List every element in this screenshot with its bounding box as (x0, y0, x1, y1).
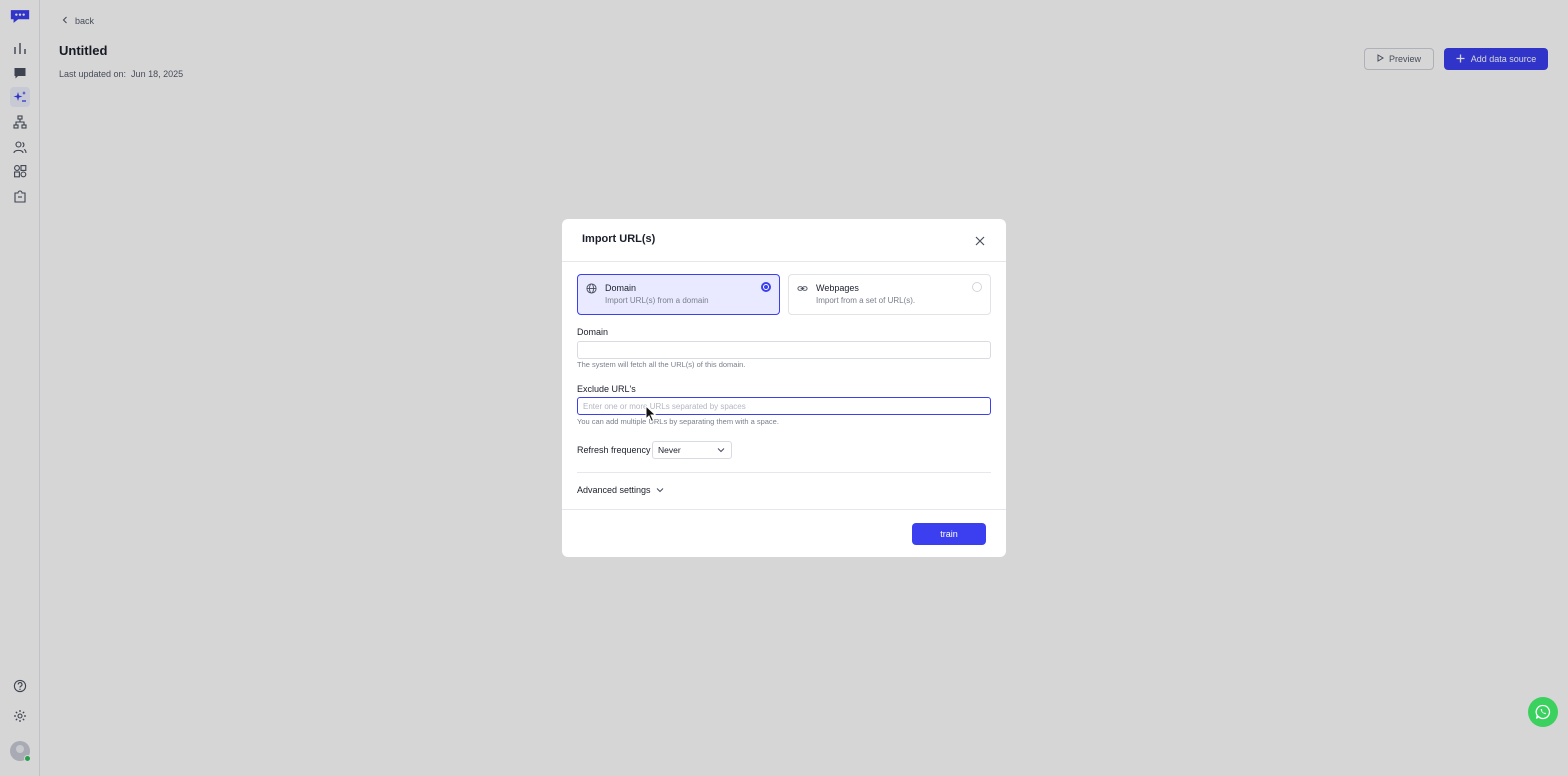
domain-input[interactable] (577, 341, 991, 359)
domain-helper-text: The system will fetch all the URL(s) of … (577, 360, 746, 369)
dialog-title: Import URL(s) (582, 233, 656, 245)
link-icon (797, 286, 808, 291)
exclude-urls-label: Exclude URL's (577, 384, 636, 394)
chevron-down-icon (717, 448, 725, 453)
domain-option-title: Domain (605, 283, 637, 293)
close-button[interactable] (973, 234, 986, 247)
whatsapp-chat-button[interactable] (1528, 697, 1558, 727)
advanced-settings-toggle[interactable]: Advanced settings (577, 485, 664, 495)
train-label: train (940, 529, 958, 539)
domain-option-card[interactable]: Domain Import URL(s) from a domain (577, 274, 780, 315)
advanced-settings-label: Advanced settings (577, 485, 651, 495)
domain-radio[interactable] (761, 282, 771, 292)
train-button[interactable]: train (912, 523, 986, 545)
exclude-urls-helper-text: You can add multiple URLs by separating … (577, 417, 779, 426)
refresh-frequency-select[interactable]: Never (652, 441, 732, 459)
webpages-option-card[interactable]: Webpages Import from a set of URL(s). (788, 274, 991, 315)
close-icon (975, 236, 984, 245)
domain-field-label: Domain (577, 327, 609, 337)
footer-divider (562, 509, 1006, 510)
refresh-frequency-label: Refresh frequency (577, 445, 651, 455)
refresh-frequency-value: Never (658, 445, 681, 455)
webpages-radio[interactable] (972, 282, 982, 292)
import-urls-dialog: Import URL(s) Domain Import URL(s) from … (562, 219, 1006, 557)
chevron-down-icon (656, 488, 663, 493)
webpages-option-title: Webpages (816, 283, 859, 293)
globe-icon (586, 283, 597, 294)
domain-option-description: Import URL(s) from a domain (605, 296, 709, 305)
mouse-cursor-icon (645, 405, 657, 423)
exclude-urls-input[interactable] (577, 397, 991, 415)
dialog-header: Import URL(s) (562, 219, 1006, 262)
whatsapp-icon (1535, 704, 1551, 720)
webpages-option-description: Import from a set of URL(s). (816, 296, 916, 305)
divider (577, 472, 991, 473)
